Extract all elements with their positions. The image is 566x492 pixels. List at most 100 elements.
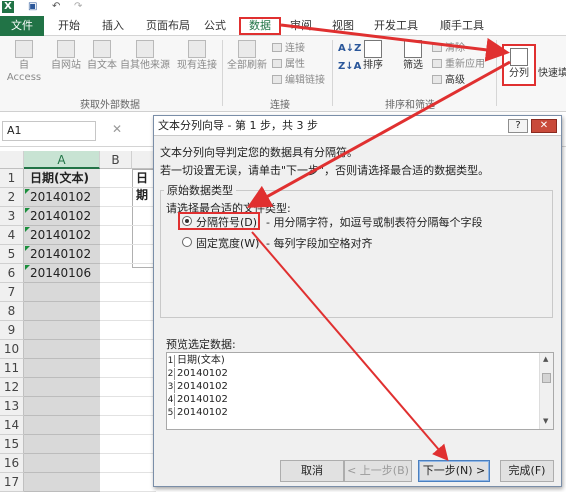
cell-a[interactable]: 20140102 — [24, 188, 100, 207]
gridline — [100, 415, 156, 416]
cell-a[interactable] — [24, 321, 100, 340]
row-header[interactable]: 4 — [0, 226, 24, 245]
cell-a[interactable] — [24, 378, 100, 397]
text-to-columns-button[interactable]: 分列 — [502, 44, 536, 86]
filter-button[interactable]: 筛选 — [398, 40, 428, 72]
error-indicator-icon[interactable] — [25, 265, 30, 270]
properties-link[interactable]: 属性 — [272, 58, 305, 71]
scroll-thumb[interactable] — [542, 373, 551, 383]
row-header[interactable]: 2 — [0, 188, 24, 207]
scroll-down-icon[interactable]: ▼ — [543, 417, 548, 425]
from-other-sources-button[interactable]: 自其他来源 — [118, 40, 172, 72]
from-web-button[interactable]: 自网站 — [46, 40, 86, 72]
cell-a[interactable] — [24, 359, 100, 378]
name-box[interactable]: A1 — [2, 121, 96, 141]
reapply-link[interactable]: 重新应用 — [432, 58, 485, 71]
tab-review[interactable]: 审阅 — [286, 17, 316, 35]
tab-formulas[interactable]: 公式 — [200, 17, 230, 35]
row-header[interactable]: 7 — [0, 283, 24, 302]
sort-za-button[interactable]: Z↓A — [338, 60, 361, 73]
row-header[interactable]: 12 — [0, 378, 24, 397]
tab-file[interactable]: 文件 — [0, 16, 44, 36]
row-header[interactable]: 17 — [0, 473, 24, 492]
row-header[interactable]: 16 — [0, 454, 24, 473]
delimited-label[interactable]: 分隔符号(D) — [196, 214, 257, 230]
tab-shunshou[interactable]: 顺手工具 — [434, 17, 490, 35]
preview-row: 5 20140102 — [167, 407, 537, 419]
tab-developer[interactable]: 开发工具 — [370, 17, 422, 35]
row-header[interactable]: 14 — [0, 416, 24, 435]
advanced-label: 高级 — [445, 75, 465, 86]
gridline — [100, 225, 156, 226]
cell-a[interactable] — [24, 416, 100, 435]
quick-access-toolbar: X ▣ ↶ ↷ — [0, 0, 566, 14]
sort-button[interactable]: 排序 — [360, 40, 386, 72]
row-header[interactable]: 15 — [0, 435, 24, 454]
tab-insert[interactable]: 插入 — [96, 17, 130, 35]
cancel-button[interactable]: 取消 — [280, 460, 344, 482]
text-to-columns-label: 分列 — [509, 68, 529, 79]
gridline — [100, 396, 156, 397]
row-header[interactable]: 8 — [0, 302, 24, 321]
row-header[interactable]: 10 — [0, 340, 24, 359]
cell-a[interactable]: 20140102 — [24, 226, 100, 245]
cell-a[interactable] — [24, 397, 100, 416]
connections-link[interactable]: 连接 — [272, 42, 305, 55]
refresh-all-button[interactable]: 全部刷新 — [226, 40, 268, 72]
error-indicator-icon[interactable] — [25, 246, 30, 251]
cell-a[interactable]: 20140106 — [24, 264, 100, 283]
tab-view[interactable]: 视图 — [328, 17, 358, 35]
row-header[interactable]: 3 — [0, 207, 24, 226]
from-text-button[interactable]: 自文本 — [86, 40, 118, 72]
redo-icon[interactable]: ↷ — [74, 1, 82, 13]
tab-page-layout[interactable]: 页面布局 — [140, 17, 196, 35]
cell-a[interactable] — [24, 454, 100, 473]
preview-row-text: 20140102 — [177, 381, 228, 392]
data-preview[interactable]: 1 日期(文本) 2 20140102 3 20140102 4 20140102 52… — [166, 352, 554, 430]
row-header[interactable]: 13 — [0, 397, 24, 416]
column-header-a[interactable]: A — [24, 151, 100, 169]
cell-a[interactable]: 20140102 — [24, 207, 100, 226]
cell-a[interactable] — [24, 302, 100, 321]
preview-scrollbar[interactable]: ▲ ▼ — [539, 353, 553, 429]
column-header-b[interactable]: B — [100, 151, 132, 169]
sort-az-button[interactable]: A↓Z — [338, 42, 361, 55]
error-indicator-icon[interactable] — [25, 208, 30, 213]
cell-a[interactable] — [24, 435, 100, 454]
close-button[interactable]: ✕ — [531, 119, 557, 133]
undo-icon[interactable]: ↶ — [52, 1, 60, 13]
fixed-width-label[interactable]: 固定宽度(W) — [196, 235, 259, 251]
existing-connections-label: 现有连接 — [177, 60, 217, 71]
existing-connections-button[interactable]: 现有连接 — [174, 40, 220, 72]
row-header[interactable]: 11 — [0, 359, 24, 378]
edit-links-link[interactable]: 编辑链接 — [272, 74, 325, 87]
cell-a[interactable] — [24, 340, 100, 359]
scroll-up-icon[interactable]: ▲ — [543, 355, 548, 363]
row-header[interactable]: 5 — [0, 245, 24, 264]
cell-a[interactable]: 日期(文本) — [24, 169, 100, 188]
help-button[interactable]: ? — [508, 119, 528, 133]
fixed-width-radio[interactable] — [182, 237, 192, 247]
back-button[interactable]: < 上一步(B) — [344, 460, 412, 482]
from-access-button[interactable]: 自 Access — [2, 40, 46, 84]
tab-home[interactable]: 开始 — [52, 17, 86, 35]
row-header[interactable]: 6 — [0, 264, 24, 283]
cancel-entry-icon[interactable]: ✕ — [112, 122, 122, 136]
error-indicator-icon[interactable] — [25, 189, 30, 194]
error-indicator-icon[interactable] — [25, 227, 30, 232]
next-button[interactable]: 下一步(N) > — [418, 460, 490, 482]
cell-a[interactable] — [24, 283, 100, 302]
cell-a[interactable]: 20140102 — [24, 245, 100, 264]
save-icon[interactable]: ▣ — [28, 1, 37, 13]
advanced-link[interactable]: 高级 — [432, 74, 465, 87]
row-header[interactable]: 1 — [0, 169, 24, 188]
select-all-corner[interactable] — [0, 151, 24, 169]
clear-filter-link[interactable]: 清除 — [432, 42, 465, 55]
cell-a[interactable] — [24, 473, 100, 492]
delimited-radio[interactable] — [182, 216, 192, 226]
finish-button[interactable]: 完成(F) — [500, 460, 554, 482]
row-header[interactable]: 9 — [0, 321, 24, 340]
flash-fill-button[interactable]: 快速填 — [538, 68, 566, 80]
delimited-description: - 用分隔字符，如逗号或制表符分隔每个字段 — [266, 216, 483, 229]
tab-data[interactable]: 数据 — [239, 17, 281, 35]
